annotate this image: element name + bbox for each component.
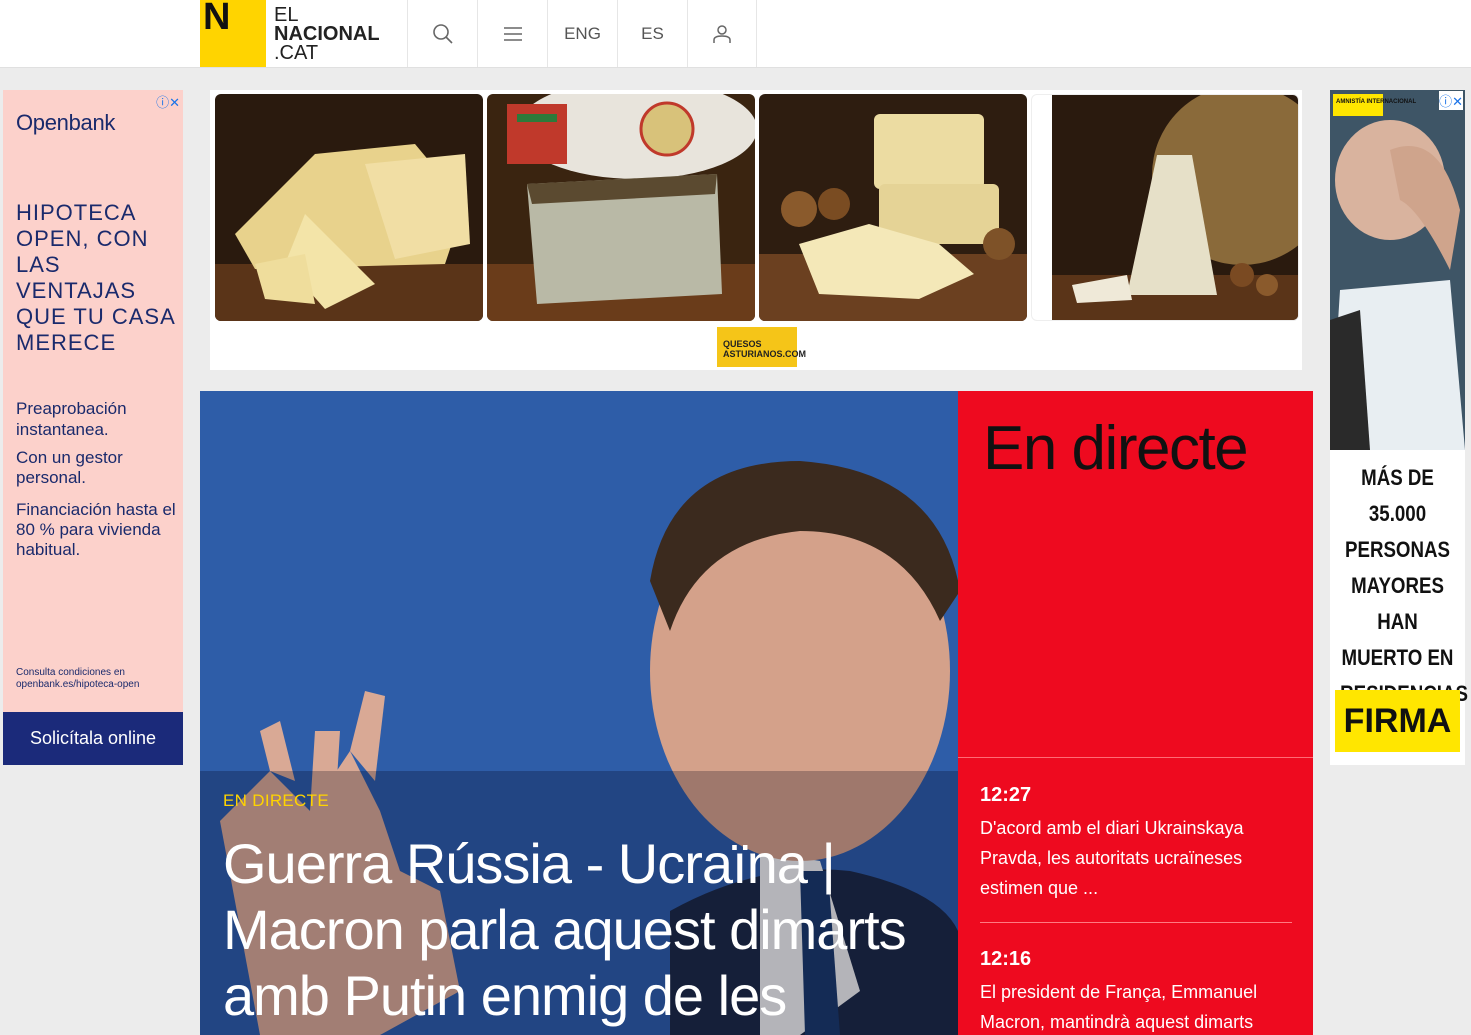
hamburger-menu-icon <box>503 26 522 41</box>
search-button[interactable] <box>407 0 477 67</box>
ad-cta-button[interactable]: Solicítala online <box>3 712 183 765</box>
live-item[interactable]: 12:27 D'acord amb el diari Ukrainskaya P… <box>980 784 1300 903</box>
hero-headline[interactable]: Guerra Rússia - Ucraïna | Macron parla a… <box>223 831 923 1029</box>
logo-wordmark[interactable]: EL NACIONAL .CAT <box>274 5 380 64</box>
ad-photo: AMNISTÍA INTERNACIONAL <box>1330 90 1465 450</box>
ad-choices-icon[interactable]: ⓘ✕ <box>1439 91 1463 110</box>
search-icon <box>432 23 453 44</box>
hero-kicker: EN DIRECTE <box>223 791 329 810</box>
live-item-text[interactable]: D'acord amb el diari Ukrainskaya Pravda,… <box>980 813 1300 903</box>
openbank-ad[interactable]: ⓘ✕ Openbank HIPOTECA OPEN, CON LAS VENTA… <box>3 90 183 765</box>
cheese-image-4[interactable] <box>1031 94 1299 321</box>
language-es-button[interactable]: ES <box>617 0 687 67</box>
hero-article[interactable]: EN DIRECTE Guerra Rússia - Ucraïna | Mac… <box>200 391 958 1035</box>
language-eng-button[interactable]: ENG <box>547 0 617 67</box>
live-item[interactable]: 12:16 El president de França, Emmanuel M… <box>980 948 1300 1035</box>
ad-headline: HIPOTECA OPEN, CON LAS VENTAJAS QUE TU C… <box>16 200 175 355</box>
live-item-divider <box>980 922 1292 923</box>
cheese-image-2[interactable] <box>487 94 755 321</box>
user-icon <box>713 24 731 43</box>
ad-point-3: Financiación hasta el 80 % para vivienda… <box>16 500 176 559</box>
site-header: N EL NACIONAL .CAT ENG ES <box>0 0 1471 68</box>
live-divider <box>958 757 1313 758</box>
logo-letter: N <box>203 0 231 38</box>
ad-legal-text: Consulta condiciones en openbank.es/hipo… <box>16 667 140 690</box>
cheese-image-3[interactable] <box>759 94 1027 321</box>
logo-line-cat: .CAT <box>274 42 319 64</box>
live-item-time: 12:27 <box>980 784 1032 806</box>
amnesty-ad[interactable]: AMNISTÍA INTERNACIONAL ⓘ✕ MÁS DE 35.000 … <box>1330 90 1468 765</box>
ad-cta-button[interactable]: FIRMA <box>1335 690 1460 752</box>
ad-point-2: Con un gestor personal. <box>16 448 123 487</box>
menu-button[interactable] <box>477 0 547 67</box>
user-account-button[interactable] <box>687 0 757 67</box>
live-item-time: 12:16 <box>980 948 1032 970</box>
live-item-text[interactable]: El president de França, Emmanuel Macron,… <box>980 977 1300 1035</box>
ad-choices-icon[interactable]: ⓘ✕ <box>156 92 180 111</box>
ad-message: MÁS DE 35.000 PERSONAS MAYORES HAN MUERT… <box>1340 465 1468 706</box>
cheese-ad-banner[interactable]: ⓘ✕ QUESOS ASTURIANOS.COM <box>210 90 1302 370</box>
live-title: En directe <box>983 414 1249 483</box>
live-panel: En directe 12:27 D'acord amb el diari Uk… <box>958 391 1313 1035</box>
ad-point-1: Preaprobación instantanea. <box>16 399 127 439</box>
logo-mark[interactable]: N <box>200 0 266 67</box>
ad-sponsor-logo[interactable]: QUESOS ASTURIANOS.COM <box>717 327 806 367</box>
ad-brand-logo: Openbank <box>16 110 116 135</box>
cheese-image-1[interactable] <box>215 94 483 321</box>
amnesty-logo: AMNISTÍA INTERNACIONAL <box>1336 99 1417 105</box>
